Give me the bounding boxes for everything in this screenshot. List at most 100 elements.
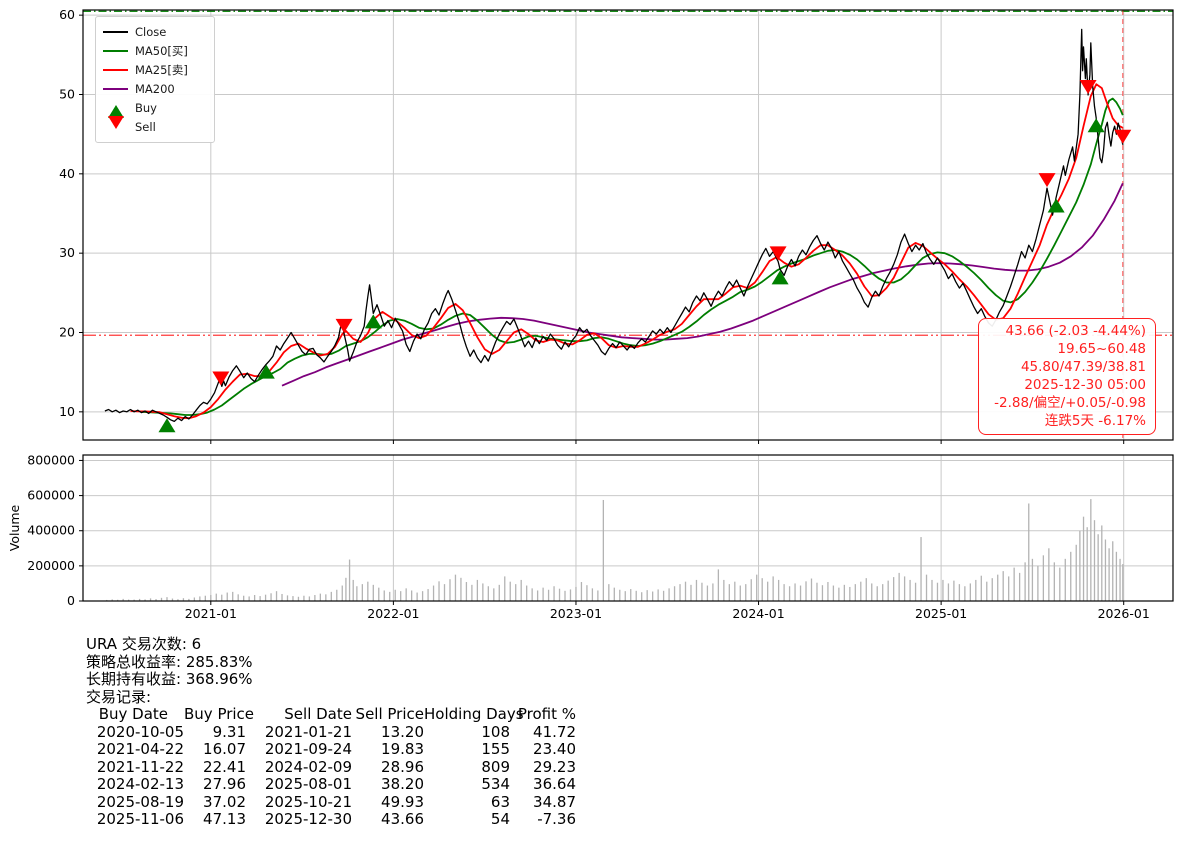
date-tick-label: 2023-01 [550, 606, 602, 621]
legend-label: Close [135, 24, 167, 39]
trade-cell: 27.96 [203, 775, 246, 793]
volume-bar [701, 582, 703, 601]
axis-spine [82, 454, 1174, 602]
volume-bar [734, 581, 736, 601]
volume-bar [427, 589, 429, 601]
volume-bar [777, 579, 780, 601]
volume-bar [204, 595, 206, 601]
volume-bar [712, 583, 714, 601]
volume-bar [367, 581, 369, 601]
date-tick-label: 2025-01 [915, 606, 967, 621]
trade-cell: 2021-04-22 [96, 740, 184, 758]
volume-bar [199, 596, 201, 601]
trade-cell: 108 [481, 722, 510, 741]
trade-cell: 2024-02-09 [264, 757, 352, 776]
volume-bar [531, 588, 533, 601]
volume-bar [695, 579, 698, 601]
trade-cell: 155 [481, 740, 510, 758]
volume-bar [1042, 555, 1045, 601]
annotation-price-line: 43.66 (-2.03 -4.44%) [1005, 323, 1146, 339]
date-tick-label: 2024-01 [732, 606, 784, 621]
volume-tick-label: 800000 [27, 452, 75, 467]
volume-bar [416, 592, 418, 601]
stat-buyhold-return: 长期持有收益: 368.96% [86, 670, 253, 688]
volume-bar [547, 589, 550, 601]
volume-bar [259, 596, 261, 601]
trade-cell: 2024-02-13 [96, 775, 184, 793]
trade-cell: 2020-10-05 [96, 722, 184, 741]
volume-bar [651, 591, 654, 601]
volume-bar [816, 582, 818, 601]
volume-bar [389, 591, 391, 601]
trade-cell: 19.83 [381, 740, 424, 758]
volume-bar [602, 499, 605, 601]
volume-bar [504, 576, 506, 601]
trade-row: 2024-02-13 27.96 2025-08-01 38.20 534 36.64 [86, 775, 576, 794]
annotation-ma-line: 45.80/47.39/38.81 [1020, 359, 1146, 375]
volume-bar [947, 583, 950, 601]
volume-bar [487, 586, 489, 601]
trade-cell: 13.20 [381, 722, 424, 741]
volume-bar [580, 582, 583, 601]
volume-bar [465, 582, 468, 601]
trade-cell: 28.96 [381, 757, 424, 776]
volume-bar [586, 585, 588, 601]
volume-bar [673, 586, 676, 601]
volume-bar [876, 586, 878, 601]
volume-bar [1013, 567, 1015, 601]
volume-bar [914, 582, 917, 601]
annotation-range-line: 19.65~60.48 [1057, 341, 1146, 357]
trade-cell: 809 [481, 757, 510, 776]
volume-bar [794, 583, 796, 601]
trade-cell: 22.41 [203, 757, 246, 776]
trade-cell: 2021-09-24 [264, 740, 352, 758]
volume-bar [1064, 558, 1066, 601]
legend-label: MA50[买] [135, 43, 188, 58]
volume-bar [838, 587, 840, 601]
close-line [104, 28, 1124, 423]
volume-bar [526, 585, 528, 601]
volume-bar [281, 593, 283, 601]
trade-cell: -7.36 [537, 810, 576, 828]
volume-bar [1108, 548, 1110, 601]
volume-bar [893, 577, 895, 601]
volume-bar [849, 586, 851, 601]
legend-item-ma200: MA200 [103, 79, 207, 98]
stat-trade-log-title: 交易记录: [86, 687, 152, 706]
volume-bar [509, 581, 511, 601]
stat-strategy-return: 策略总收益率: 285.83% [86, 652, 253, 671]
ma25-line-swatch [103, 68, 128, 71]
volume-bar [597, 590, 599, 601]
price-tick-label: 50 [59, 86, 75, 101]
legend: Close MA50[买] MA25[卖] MA200 Buy Sell [95, 16, 215, 143]
volume-bar [553, 586, 555, 601]
stats-block: URA 交易次数: 6 策略总收益率: 285.83% 长期持有收益: 368.… [86, 635, 576, 829]
trade-cell: 54 [490, 810, 510, 828]
volume-bar [1112, 541, 1114, 601]
volume-bar [575, 586, 577, 601]
volume-bar [997, 574, 999, 601]
volume-bar [931, 579, 933, 601]
price-tick-label: 20 [59, 325, 75, 340]
volume-bar [1093, 520, 1096, 601]
sell-marker [335, 318, 353, 333]
volume-bar [1122, 564, 1124, 601]
volume-bar [438, 581, 440, 601]
volume-bar [909, 579, 911, 601]
volume-bar [405, 588, 407, 601]
volume-bar [1053, 562, 1055, 601]
legend-label: Buy [135, 100, 157, 115]
volume-bar [345, 577, 347, 601]
volume-bar [657, 589, 659, 601]
trade-col-header: Buy Date [98, 705, 168, 723]
volume-bar [854, 584, 856, 601]
volume-bar [372, 584, 374, 601]
volume-bar [1059, 567, 1061, 601]
trade-row: 2025-08-19 37.02 2025-10-21 49.93 63 34.87 [86, 793, 576, 812]
volume-bar [1048, 548, 1050, 601]
annotation-date-line: 2025-12-30 05:00 [1024, 377, 1146, 393]
volume-bar [871, 583, 873, 601]
volume-bar [1037, 565, 1039, 601]
volume-bar [336, 589, 338, 601]
volume-bar [1018, 572, 1021, 601]
